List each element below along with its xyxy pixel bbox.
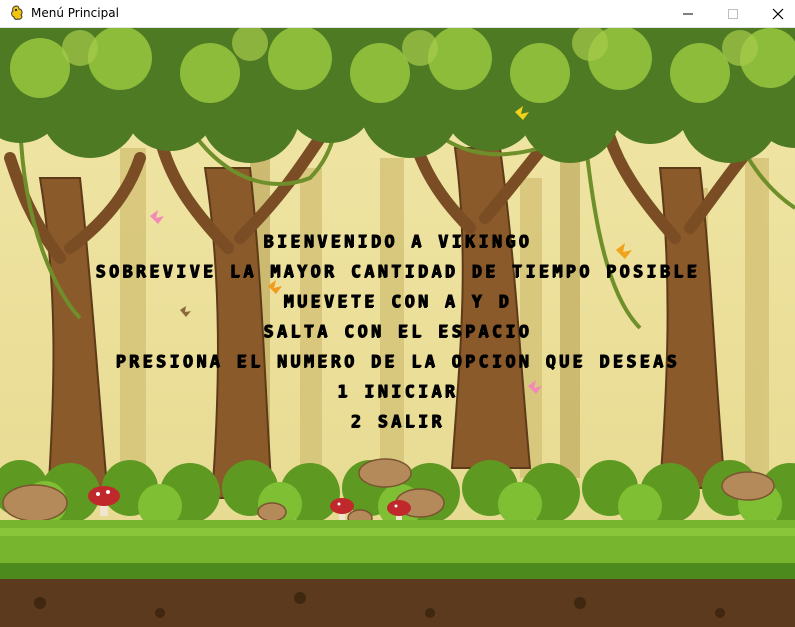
- close-icon: [772, 8, 784, 20]
- pygame-snake-icon: [11, 5, 23, 20]
- move-instructions: MUEVETE CON A Y D: [283, 292, 512, 312]
- welcome-text: BIENVENIDO A VIKINGO: [263, 232, 532, 252]
- jump-instructions: SALTA CON EL ESPACIO: [263, 322, 532, 342]
- start-option[interactable]: 1 INICIAR: [0, 377, 795, 407]
- main-menu: BIENVENIDO A VIKINGO SOBREVIVE LA MAYOR …: [0, 227, 795, 437]
- objective-text: SOBREVIVE LA MAYOR CANTIDAD DE TIEMPO PO…: [95, 262, 700, 282]
- exit-option[interactable]: 2 SALIR: [0, 407, 795, 437]
- game-canvas[interactable]: BIENVENIDO A VIKINGO SOBREVIVE LA MAYOR …: [0, 28, 795, 627]
- close-button[interactable]: [755, 0, 795, 28]
- select-prompt: PRESIONA EL NUMERO DE LA OPCION QUE DESE…: [115, 352, 680, 372]
- maximize-icon: [728, 9, 738, 19]
- minimize-button[interactable]: [665, 0, 711, 28]
- window-title: Menú Principal: [31, 6, 119, 20]
- minimize-icon: [683, 13, 693, 15]
- maximize-button[interactable]: [710, 0, 756, 28]
- window-titlebar: Menú Principal: [0, 0, 795, 28]
